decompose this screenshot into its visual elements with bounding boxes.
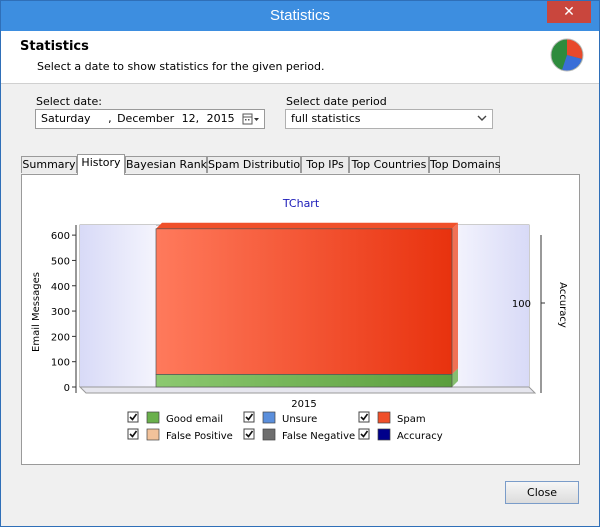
legend-swatch	[146, 428, 160, 441]
chart-title: TChart	[282, 197, 320, 210]
chevron-down-icon	[477, 115, 487, 121]
legend-checkbox	[127, 411, 139, 423]
tab-spam-distribution[interactable]: Spam Distribution	[207, 156, 307, 173]
bar-spam	[155, 228, 453, 375]
legend-label: Accuracy	[397, 431, 443, 442]
period-value: full statistics	[291, 112, 361, 125]
bar-good-email	[155, 373, 453, 388]
date-year: 2015	[206, 112, 235, 125]
date-weekday: Saturday	[41, 112, 91, 125]
period-select[interactable]: full statistics	[285, 109, 493, 129]
date-day: 12,	[181, 112, 200, 125]
date-picker[interactable]: Saturday , December 12, 2015	[35, 109, 265, 129]
x-tick-label: 2015	[291, 399, 316, 410]
legend-swatch	[262, 428, 276, 441]
legend-checkbox	[127, 428, 139, 440]
date-separator: ,	[108, 112, 112, 125]
legend-label: Unsure	[282, 414, 317, 425]
select-period-label: Select date period	[286, 95, 387, 108]
legend-checkbox	[358, 411, 370, 423]
legend-checkbox	[243, 411, 255, 423]
y-tick-label: 100	[51, 358, 70, 369]
legend-label: Good email	[166, 414, 223, 425]
legend-label: False Positive	[166, 431, 233, 442]
tab-summary[interactable]: Summary	[21, 156, 77, 173]
y-tick-label: 500	[51, 256, 70, 267]
plot-area: 600 500 400 300 200 100 0 100 2015	[51, 222, 545, 410]
y-axis-label: Email Messages	[31, 272, 42, 352]
legend-label: Spam	[397, 414, 426, 425]
title-bar: Statistics ✕	[1, 1, 599, 31]
bar-top-spam	[156, 222, 458, 229]
tab-bayesian-rank[interactable]: Bayesian Rank	[125, 156, 207, 173]
tab-top-domains[interactable]: Top Domains	[429, 156, 500, 173]
bar-side-spam	[452, 222, 458, 375]
history-chart: TChart Email Messages Accuracy 600 500 400…	[31, 197, 568, 442]
legend-swatch	[146, 411, 160, 424]
tab-history[interactable]: History	[77, 154, 125, 175]
calendar-dropdown-icon[interactable]	[242, 112, 260, 126]
header-subtitle: Select a date to show statistics for the…	[37, 60, 325, 73]
tab-top-ips[interactable]: Top IPs	[301, 156, 349, 173]
y-tick-label: 0	[64, 383, 70, 394]
close-button[interactable]: Close	[505, 481, 579, 504]
legend-swatch	[377, 411, 391, 424]
legend-label: False Negative	[282, 431, 355, 442]
chart-wall-left-shade	[80, 225, 156, 387]
legend-checkbox	[358, 428, 370, 440]
legend-swatch	[262, 411, 276, 424]
history-panel: TChart Email Messages Accuracy 600 500 400…	[21, 174, 580, 465]
y-tick-label: 400	[51, 282, 70, 293]
dialog-header: Statistics Select a date to show statist…	[1, 31, 599, 84]
window-title: Statistics	[269, 7, 330, 24]
y-tick-label: 300	[51, 307, 70, 318]
chart-legend: Good email Unsure Spam False Positive False …	[127, 411, 443, 442]
app-logo-icon	[550, 38, 584, 72]
y-tick-label: 200	[51, 332, 70, 343]
header-title: Statistics	[20, 39, 89, 54]
legend-swatch	[377, 428, 391, 441]
y2-axis-label: Accuracy	[557, 282, 568, 328]
legend-checkbox	[243, 428, 255, 440]
y-tick-label: 600	[51, 231, 70, 242]
statistics-window: Statistics ✕ Statistics Select a date to…	[0, 0, 600, 527]
y2-tick-label: 100	[512, 299, 531, 310]
chart-floor	[78, 386, 537, 394]
window-close-button[interactable]: ✕	[547, 1, 591, 23]
select-date-label: Select date:	[36, 95, 102, 108]
date-month: December	[117, 112, 175, 125]
tab-top-countries[interactable]: Top Countries	[349, 156, 429, 173]
